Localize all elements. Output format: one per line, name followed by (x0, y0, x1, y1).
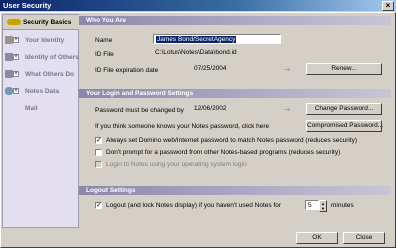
id-file-label: ID File (95, 51, 114, 58)
sidebar-item-notes-data[interactable]: + Notes Data (3, 84, 80, 99)
compromised-label: If you think someone knows your Notes pa… (95, 123, 270, 130)
os-login-label: Login to Notes using your operating syst… (106, 161, 247, 168)
arrow-icon: ➔ (284, 65, 291, 74)
name-label: Name (95, 37, 113, 44)
expand-icon[interactable]: + (13, 71, 19, 77)
sidebar-item-label: Security Basics (23, 19, 72, 26)
checkbox-logout[interactable]: ✓ (95, 202, 102, 209)
renew-button[interactable]: Renew... (306, 63, 382, 75)
dont-prompt-label: Don't prompt for a password from other N… (106, 149, 341, 156)
compromised-password-button[interactable]: Compromised Password... (306, 120, 383, 132)
sidebar-item-label: Mail (25, 105, 38, 112)
minutes-label: minutes (331, 202, 354, 209)
minutes-input[interactable]: 5 (305, 200, 319, 210)
sidebar-item-label: Your Identity (25, 37, 65, 44)
people-icon (5, 70, 13, 78)
sidebar-item-label: What Others Do (25, 71, 75, 78)
title-bar: User Security × (0, 0, 396, 12)
expiration-value: 07/25/2004 (192, 64, 242, 74)
sidebar-item-security-basics[interactable]: Security Basics (3, 15, 83, 30)
id-card-icon (5, 36, 13, 44)
sidebar-item-label: Notes Data (25, 88, 59, 95)
expand-icon[interactable]: + (13, 37, 19, 43)
must-change-label: Password must be changed by (95, 107, 184, 114)
people-icon (5, 53, 13, 61)
sidebar-item-mail[interactable]: Mail (3, 101, 80, 116)
checkbox-os-login[interactable] (95, 161, 102, 168)
section-header-logout: Logout Settings (79, 186, 391, 195)
checkbox-dont-prompt[interactable] (95, 149, 102, 156)
name-field[interactable]: James Bond/SecretAgency (153, 34, 281, 44)
change-password-button[interactable]: Change Password... (306, 103, 382, 115)
id-file-value: C:\Lotus\Notes\Data\bond.id (153, 48, 303, 58)
checkbox-match-web-password[interactable]: ✓ (95, 137, 102, 144)
expand-icon[interactable]: + (13, 54, 19, 60)
sidebar-item-label: Identity of Others (25, 54, 79, 61)
database-icon (5, 87, 13, 95)
expand-icon[interactable]: + (13, 88, 19, 94)
arrow-icon: ➔ (284, 105, 291, 114)
section-header-login-password: Your Login and Password Settings (79, 89, 391, 98)
window-title: User Security (3, 1, 52, 10)
match-web-password-label: Always set Domino web/Internet password … (106, 137, 358, 144)
close-icon[interactable]: × (382, 1, 394, 11)
key-icon (7, 19, 21, 25)
section-header-who-you-are: Who You Are (79, 16, 391, 25)
must-change-value: 12/06/2002 (192, 104, 242, 114)
sidebar-item-identity-of-others[interactable]: + Identity of Others (3, 50, 80, 65)
ok-button[interactable]: OK (296, 232, 338, 244)
sidebar: Security Basics + Your Identity + Identi… (2, 14, 83, 228)
content-panel: Who You Are Name James Bond/SecretAgency… (79, 14, 393, 228)
logout-label: Logout (and lock Notes display) if you h… (106, 202, 282, 209)
expiration-label: ID File expiration date (95, 67, 159, 74)
sidebar-item-your-identity[interactable]: + Your Identity (3, 33, 80, 48)
close-button[interactable]: Close (343, 232, 385, 244)
minutes-stepper[interactable]: ▲ ▼ (319, 200, 327, 212)
sidebar-item-what-others-do[interactable]: + What Others Do (3, 67, 80, 82)
